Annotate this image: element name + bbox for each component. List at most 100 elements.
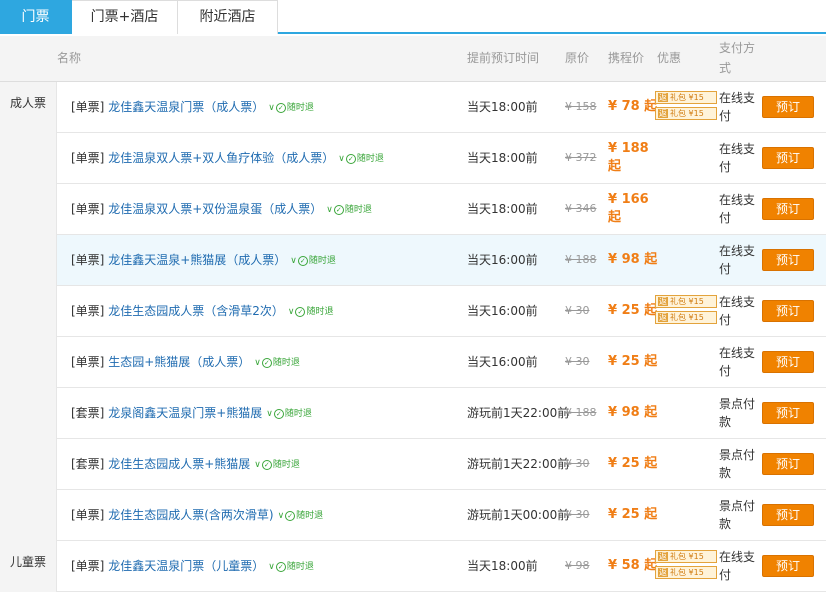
check-circle-icon: ✓ bbox=[261, 459, 272, 470]
refund-badge: ∨ ✓ 随时退 bbox=[277, 491, 323, 541]
category-label: 成人票 bbox=[10, 96, 47, 110]
refund-label: 随时退 bbox=[286, 102, 314, 113]
payment-method: 景点付款 bbox=[719, 448, 756, 480]
price-value: ¥ 188 bbox=[608, 141, 649, 156]
refund-label: 随时退 bbox=[344, 204, 372, 215]
ticket-type: [单票] bbox=[71, 151, 105, 165]
promo-badges[interactable]: 返礼包 ¥15 返礼包 ¥15 bbox=[655, 91, 717, 123]
book-button[interactable]: 预订 bbox=[762, 198, 814, 220]
promo-badge[interactable]: 返礼包 ¥15 bbox=[655, 566, 717, 579]
ticket-type: [单票] bbox=[71, 100, 105, 114]
check-circle-icon: ✓ bbox=[275, 102, 286, 113]
ticket-type: [单票] bbox=[71, 304, 105, 318]
ctrip-price: ¥ 188 起 bbox=[608, 140, 658, 176]
promo-badges[interactable]: 返礼包 ¥15 返礼包 ¥15 bbox=[655, 295, 717, 327]
ctrip-price: ¥ 25 起 bbox=[608, 353, 658, 371]
book-button[interactable]: 预订 bbox=[762, 147, 814, 169]
product-name-cell: [单票] 龙佳鑫天温泉门票（成人票） ∨ ✓ 随时退 bbox=[71, 82, 314, 133]
header-payment: 支付方式 bbox=[719, 41, 756, 75]
ticket-type: [单票] bbox=[71, 355, 105, 369]
tab-bar: 门票 门票+酒店 附近酒店 bbox=[0, 0, 826, 34]
promo-badge[interactable]: 返礼包 ¥15 bbox=[655, 107, 717, 120]
payment-method: 在线支付 bbox=[719, 295, 756, 327]
original-price: ¥ 158 bbox=[565, 100, 597, 113]
category-child: 儿童票 bbox=[0, 541, 57, 592]
payment-method: 在线支付 bbox=[719, 346, 756, 378]
promo-badge[interactable]: 返礼包 ¥15 bbox=[655, 550, 717, 563]
product-link[interactable]: 龙佳鑫天温泉门票（儿童票） bbox=[108, 559, 264, 573]
original-price: ¥ 188 bbox=[565, 406, 597, 419]
advance-time: 游玩前1天22:00前 bbox=[467, 406, 570, 420]
check-circle-icon: ✓ bbox=[333, 204, 344, 215]
product-name-cell: [单票] 龙佳生态园成人票（含滑草2次） ∨ ✓ 随时退 bbox=[71, 286, 333, 337]
price-value: ¥ 98 起 bbox=[608, 405, 658, 420]
product-link[interactable]: 龙佳鑫天温泉+熊猫展（成人票） bbox=[108, 253, 286, 267]
header-name: 名称 bbox=[57, 51, 82, 65]
product-name-cell: [单票] 龙佳生态园成人票(含两次滑草) ∨ ✓ 随时退 bbox=[71, 490, 323, 541]
table-row: [套票] 龙泉阁鑫天温泉门票+熊猫展 ∨ ✓ 随时退 游玩前1天22:00前 ¥ 188 ¥… bbox=[57, 388, 826, 439]
product-link[interactable]: 龙佳温泉双人票+双份温泉蛋（成人票） bbox=[108, 202, 322, 216]
refund-badge: ∨ ✓ 随时退 bbox=[268, 542, 314, 592]
refund-badge: ∨ ✓ 随时退 bbox=[268, 83, 314, 133]
chevron-down-icon: ∨ bbox=[268, 102, 275, 113]
product-link[interactable]: 龙佳温泉双人票+双人鱼疗体验（成人票） bbox=[108, 151, 334, 165]
product-name-cell: [单票] 龙佳温泉双人票+双人鱼疗体验（成人票） ∨ ✓ 随时退 bbox=[71, 133, 384, 184]
book-button[interactable]: 预订 bbox=[762, 300, 814, 322]
refund-label: 随时退 bbox=[286, 561, 314, 572]
table-row: [单票] 龙佳鑫天温泉门票（成人票） ∨ ✓ 随时退 当天18:00前 ¥ 158 ¥ 78… bbox=[57, 82, 826, 133]
refund-label: 随时退 bbox=[356, 153, 384, 164]
book-button[interactable]: 预订 bbox=[762, 351, 814, 373]
ticket-type: [套票] bbox=[71, 406, 105, 420]
promo-badge[interactable]: 返礼包 ¥15 bbox=[655, 295, 717, 308]
refund-label: 随时退 bbox=[272, 459, 300, 470]
advance-time: 当天18:00前 bbox=[467, 100, 538, 114]
advance-time: 当天18:00前 bbox=[467, 151, 538, 165]
header-advance: 提前预订时间 bbox=[467, 51, 540, 65]
product-name-cell: [单票] 龙佳鑫天温泉+熊猫展（成人票） ∨ ✓ 随时退 bbox=[71, 235, 336, 286]
advance-time: 当天16:00前 bbox=[467, 253, 538, 267]
ctrip-price: ¥ 25 起 bbox=[608, 506, 658, 524]
original-price: ¥ 30 bbox=[565, 355, 590, 368]
book-button[interactable]: 预订 bbox=[762, 249, 814, 271]
book-button[interactable]: 预订 bbox=[762, 96, 814, 118]
chevron-down-icon: ∨ bbox=[338, 153, 345, 164]
ctrip-price: ¥ 25 起 bbox=[608, 302, 658, 320]
check-circle-icon: ✓ bbox=[297, 255, 308, 266]
advance-time: 当天18:00前 bbox=[467, 202, 538, 216]
promo-badges[interactable]: 返礼包 ¥15 返礼包 ¥15 bbox=[655, 550, 717, 582]
chevron-down-icon: ∨ bbox=[277, 510, 285, 521]
product-link[interactable]: 龙佳生态园成人票(含两次滑草) bbox=[108, 508, 273, 522]
header-ctrip-price: 携程价 bbox=[608, 51, 645, 65]
refund-label: 随时退 bbox=[306, 306, 334, 317]
promo-badge[interactable]: 返礼包 ¥15 bbox=[655, 91, 717, 104]
product-link[interactable]: 龙泉阁鑫天温泉门票+熊猫展 bbox=[108, 406, 262, 420]
product-link[interactable]: 龙佳生态园成人票（含滑草2次） bbox=[108, 304, 284, 318]
book-button[interactable]: 预订 bbox=[762, 402, 814, 424]
original-price: ¥ 98 bbox=[565, 559, 590, 572]
tab-nearby-hotels[interactable]: 附近酒店 bbox=[178, 0, 278, 34]
product-link[interactable]: 生态园+熊猫展（成人票） bbox=[108, 355, 250, 369]
original-price: ¥ 346 bbox=[565, 202, 597, 215]
advance-time: 游玩前1天00:00前 bbox=[467, 508, 570, 522]
price-suffix: 起 bbox=[608, 210, 622, 225]
ctrip-price: ¥ 98 起 bbox=[608, 251, 658, 269]
product-link[interactable]: 龙佳生态园成人票+熊猫展 bbox=[108, 457, 250, 471]
payment-method: 在线支付 bbox=[719, 550, 756, 582]
table-row: [单票] 龙佳生态园成人票（含滑草2次） ∨ ✓ 随时退 当天16:00前 ¥ 30 ¥ 2… bbox=[57, 286, 826, 337]
book-button[interactable]: 预订 bbox=[762, 453, 814, 475]
chevron-down-icon: ∨ bbox=[266, 408, 273, 419]
product-name-cell: [套票] 龙佳生态园成人票+熊猫展 ∨ ✓ 随时退 bbox=[71, 439, 300, 490]
tab-tickets[interactable]: 门票 bbox=[0, 0, 72, 34]
check-circle-icon: ✓ bbox=[261, 357, 272, 368]
tab-tickets-hotel[interactable]: 门票+酒店 bbox=[72, 0, 178, 34]
chevron-down-icon: ∨ bbox=[326, 204, 333, 215]
payment-method: 在线支付 bbox=[719, 142, 756, 174]
product-link[interactable]: 龙佳鑫天温泉门票（成人票） bbox=[108, 100, 264, 114]
refund-badge: ∨ ✓ 随时退 bbox=[288, 287, 334, 337]
original-price: ¥ 30 bbox=[565, 304, 590, 317]
header-discount: 优惠 bbox=[657, 51, 682, 65]
book-button[interactable]: 预订 bbox=[762, 555, 814, 577]
promo-badge[interactable]: 返礼包 ¥15 bbox=[655, 311, 717, 324]
book-button[interactable]: 预订 bbox=[762, 504, 814, 526]
ctrip-price: ¥ 166 起 bbox=[608, 191, 658, 227]
